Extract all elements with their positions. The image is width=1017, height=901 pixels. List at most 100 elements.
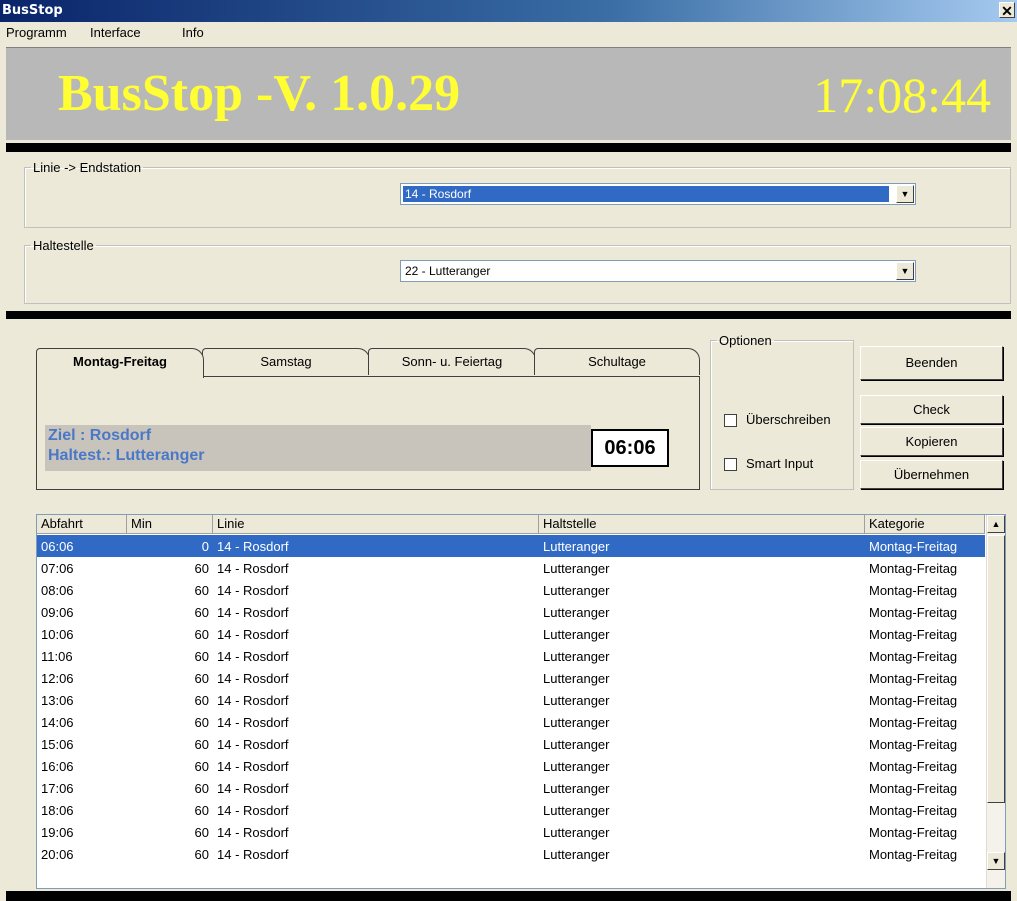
divider	[6, 891, 1011, 901]
table-cell-linie: 14 - Rosdorf	[217, 649, 289, 664]
menu-interface[interactable]: Interface	[90, 25, 141, 40]
table-cell-kategorie: Montag-Freitag	[869, 561, 958, 576]
table-cell-kategorie: Montag-Freitag	[869, 715, 958, 730]
close-icon[interactable]: ✕	[999, 2, 1015, 19]
title-bar: BusStop ✕	[0, 0, 1017, 22]
table-cell-min: 60	[194, 605, 209, 620]
table-cell-haltstelle: Lutteranger	[543, 583, 610, 598]
departure-time-field[interactable]: 06:06	[591, 429, 669, 467]
table-cell-linie: 14 - Rosdorf	[217, 671, 289, 686]
menu-info[interactable]: Info	[182, 25, 204, 40]
table-cell-abfahrt: 08:06	[41, 583, 74, 598]
table-cell-haltstelle: Lutteranger	[543, 627, 610, 642]
table-cell-abfahrt: 19:06	[41, 825, 74, 840]
table-row[interactable]: 09:06 60 14 - Rosdorf Lutteranger Montag-Fre…	[37, 601, 985, 623]
haltest-line: Haltest.: Lutteranger	[48, 447, 205, 464]
table-cell-abfahrt: 14:06	[41, 715, 74, 730]
tab-samstag[interactable]: Samstag	[202, 348, 370, 375]
column-header-min[interactable]: Min	[127, 515, 213, 534]
scrollbar-thumb[interactable]	[987, 535, 1005, 803]
table-cell-linie: 14 - Rosdorf	[217, 825, 289, 840]
table-row[interactable]: 17:06 60 14 - Rosdorf Lutteranger Montag-Fre…	[37, 777, 985, 799]
table-row[interactable]: 11:06 60 14 - Rosdorf Lutteranger Montag-Fre…	[37, 645, 985, 667]
table-row[interactable]: 10:06 60 14 - Rosdorf Lutteranger Montag-Fre…	[37, 623, 985, 645]
table-cell-kategorie: Montag-Freitag	[869, 671, 958, 686]
table-cell-kategorie: Montag-Freitag	[869, 737, 958, 752]
table-cell-min: 60	[194, 781, 209, 796]
table-cell-min: 0	[201, 539, 209, 554]
table-cell-min: 60	[194, 693, 209, 708]
vertical-scrollbar[interactable]: ▲ ▼	[986, 515, 1005, 888]
column-header-linie[interactable]: Linie	[213, 515, 539, 534]
table-row[interactable]: 08:06 60 14 - Rosdorf Lutteranger Montag-Fre…	[37, 579, 985, 601]
table-row[interactable]: 20:06 60 14 - Rosdorf Lutteranger Montag-Fre…	[37, 843, 985, 865]
check-button[interactable]: Check	[860, 395, 1003, 424]
column-header-haltstelle[interactable]: Haltstelle	[539, 515, 865, 534]
table-cell-linie: 14 - Rosdorf	[217, 693, 289, 708]
table-row[interactable]: 13:06 60 14 - Rosdorf Lutteranger Montag-Fre…	[37, 689, 985, 711]
table-cell-haltstelle: Lutteranger	[543, 649, 610, 664]
table-cell-kategorie: Montag-Freitag	[869, 781, 958, 796]
table-cell-kategorie: Montag-Freitag	[869, 847, 958, 862]
table-cell-min: 60	[194, 671, 209, 686]
tab-sonn-feiertag[interactable]: Sonn- u. Feiertag	[368, 348, 536, 375]
table-row[interactable]: 12:06 60 14 - Rosdorf Lutteranger Montag-Fre…	[37, 667, 985, 689]
table-row[interactable]: 18:06 60 14 - Rosdorf Lutteranger Montag-Fre…	[37, 799, 985, 821]
menu-programm[interactable]: Programm	[6, 25, 67, 40]
tab-montag-freitag[interactable]: Montag-Freitag	[36, 348, 204, 378]
table-cell-linie: 14 - Rosdorf	[217, 781, 289, 796]
table-cell-kategorie: Montag-Freitag	[869, 825, 958, 840]
table-cell-haltstelle: Lutteranger	[543, 539, 610, 554]
table-cell-haltstelle: Lutteranger	[543, 737, 610, 752]
ziel-line: Ziel : Rosdorf	[48, 427, 152, 444]
arrow-up-icon[interactable]: ▲	[987, 515, 1005, 533]
departures-table[interactable]: Abfahrt Min Linie Haltstelle Kategorie 0…	[36, 514, 1006, 889]
smart-input-checkbox[interactable]	[724, 458, 737, 471]
chevron-down-icon[interactable]: ▼	[896, 185, 914, 203]
linie-select[interactable]: 14 - Rosdorf ▼	[400, 183, 916, 205]
window-title: BusStop	[2, 3, 63, 18]
tab-panel: Ziel : Rosdorf Haltest.: Lutteranger 06:…	[36, 376, 700, 490]
table-cell-haltstelle: Lutteranger	[543, 847, 610, 862]
uebernehmen-button[interactable]: Übernehmen	[860, 460, 1003, 489]
haltestelle-value: 22 - Lutteranger	[405, 264, 491, 278]
ueberschreiben-checkbox[interactable]	[724, 414, 737, 427]
kopieren-button[interactable]: Kopieren	[860, 427, 1003, 456]
table-cell-abfahrt: 13:06	[41, 693, 74, 708]
table-cell-linie: 14 - Rosdorf	[217, 737, 289, 752]
table-row[interactable]: 14:06 60 14 - Rosdorf Lutteranger Montag-Fre…	[37, 711, 985, 733]
table-cell-min: 60	[194, 561, 209, 576]
column-header-kategorie[interactable]: Kategorie	[865, 515, 985, 534]
tab-schultage[interactable]: Schultage	[534, 348, 700, 375]
arrow-down-icon[interactable]: ▼	[987, 852, 1005, 870]
table-cell-kategorie: Montag-Freitag	[869, 649, 958, 664]
table-cell-kategorie: Montag-Freitag	[869, 605, 958, 620]
table-row[interactable]: 15:06 60 14 - Rosdorf Lutteranger Montag-Fre…	[37, 733, 985, 755]
table-row[interactable]: 06:06 0 14 - Rosdorf Lutteranger Montag-Frei…	[37, 535, 985, 557]
table-cell-abfahrt: 10:06	[41, 627, 74, 642]
table-row[interactable]: 07:06 60 14 - Rosdorf Lutteranger Montag-Fre…	[37, 557, 985, 579]
chevron-down-icon[interactable]: ▼	[896, 262, 914, 280]
table-cell-min: 60	[194, 627, 209, 642]
ueberschreiben-label: Überschreiben	[746, 412, 831, 427]
table-row[interactable]: 16:06 60 14 - Rosdorf Lutteranger Montag-Fre…	[37, 755, 985, 777]
table-cell-abfahrt: 07:06	[41, 561, 74, 576]
clock: 17:08:44	[813, 67, 991, 123]
table-cell-min: 60	[194, 583, 209, 598]
table-cell-haltstelle: Lutteranger	[543, 671, 610, 686]
smart-input-label: Smart Input	[746, 456, 814, 471]
table-row[interactable]: 19:06 60 14 - Rosdorf Lutteranger Montag-Fre…	[37, 821, 985, 843]
column-header-abfahrt[interactable]: Abfahrt	[37, 515, 127, 534]
table-cell-abfahrt: 06:06	[41, 539, 74, 554]
haltestelle-select[interactable]: 22 - Lutteranger ▼	[400, 260, 916, 282]
table-cell-haltstelle: Lutteranger	[543, 803, 610, 818]
table-cell-min: 60	[194, 759, 209, 774]
table-cell-linie: 14 - Rosdorf	[217, 583, 289, 598]
table-cell-haltstelle: Lutteranger	[543, 605, 610, 620]
table-header: Abfahrt Min Linie Haltstelle Kategorie	[37, 515, 985, 534]
table-cell-abfahrt: 20:06	[41, 847, 74, 862]
haltestelle-legend: Haltestelle	[33, 238, 94, 253]
beenden-button[interactable]: Beenden	[860, 346, 1003, 380]
divider	[6, 143, 1011, 152]
table-cell-min: 60	[194, 825, 209, 840]
